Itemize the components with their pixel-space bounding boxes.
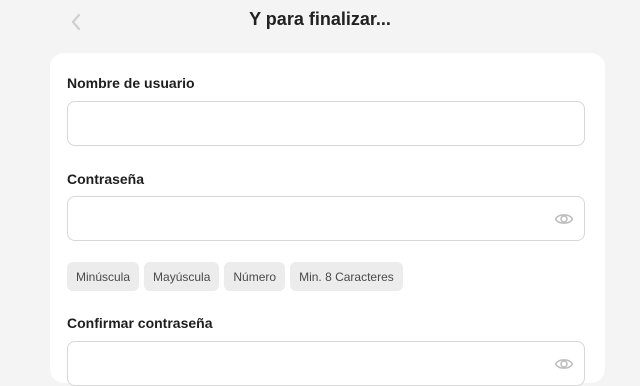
username-input[interactable] xyxy=(68,102,552,145)
form-card: Nombre de usuario Contraseña Minúscula M… xyxy=(50,53,605,386)
username-field-box xyxy=(67,101,585,146)
confirm-password-input[interactable] xyxy=(68,342,552,385)
password-field-box xyxy=(67,196,585,241)
page-title: Y para finalizar... xyxy=(249,9,391,29)
requirement-chip-lowercase: Minúscula xyxy=(67,262,140,291)
eye-icon[interactable] xyxy=(554,210,574,228)
top-bar: Y para finalizar... xyxy=(0,0,640,44)
confirm-password-label: Confirmar contraseña xyxy=(67,315,213,331)
eye-icon[interactable] xyxy=(554,355,574,373)
password-input[interactable] xyxy=(68,197,552,240)
username-label: Nombre de usuario xyxy=(67,75,195,91)
password-label: Contraseña xyxy=(67,171,145,187)
confirm-password-field-box xyxy=(67,341,585,386)
requirement-chip-uppercase: Mayúscula xyxy=(144,262,220,291)
requirement-chip-number: Número xyxy=(224,262,286,291)
password-requirements: Minúscula Mayúscula Número Min. 8 Caract… xyxy=(67,262,403,291)
requirement-chip-min-length: Min. 8 Caracteres xyxy=(290,262,403,291)
